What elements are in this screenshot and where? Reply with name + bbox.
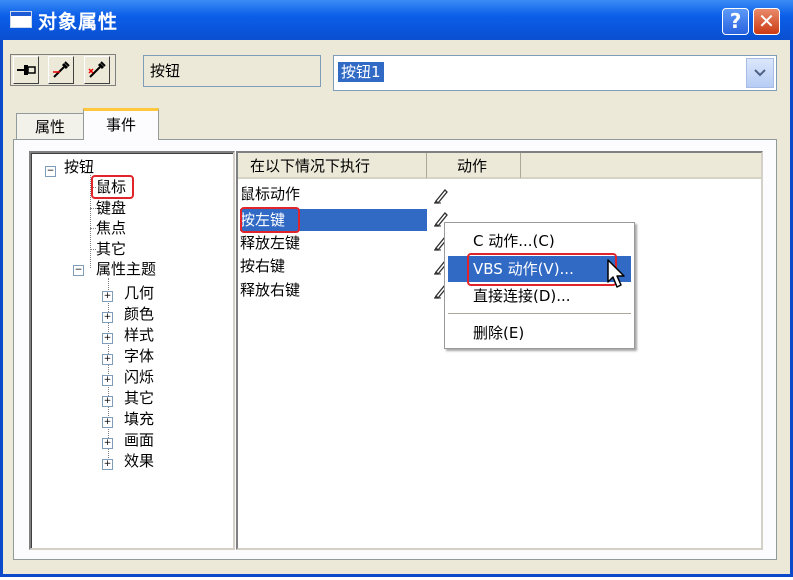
column-header-action[interactable]: 动作 xyxy=(427,153,521,179)
dropper-button[interactable] xyxy=(48,56,74,84)
tree-item-effect[interactable]: 效果 xyxy=(124,452,154,470)
tree-item-picture[interactable]: 画面 xyxy=(124,431,154,449)
expand-icon[interactable]: + xyxy=(102,291,113,302)
window-icon xyxy=(10,11,32,28)
chevron-down-icon[interactable] xyxy=(746,58,774,88)
window-title: 对象属性 xyxy=(38,11,119,33)
mouse-highlight-outline xyxy=(91,175,134,199)
tree-item-focus[interactable]: 焦点 xyxy=(96,219,126,237)
event-list: 在以下情况下执行 动作 鼠标动作 按左键 释放左键 按右键 释放右键 xyxy=(236,151,763,550)
tree-item-color[interactable]: 颜色 xyxy=(124,305,154,323)
tree-root-button[interactable]: 按钮 xyxy=(64,158,94,176)
menu-item-direct-connect[interactable]: 直接连接(D)... xyxy=(448,283,631,309)
object-name-select[interactable]: 按钮1 xyxy=(333,55,777,91)
menu-separator xyxy=(448,313,631,314)
object-type-label: 按钮 xyxy=(143,55,321,87)
event-row-left-release[interactable]: 释放左键 xyxy=(240,232,300,254)
collapse-themes-icon[interactable]: − xyxy=(73,265,84,276)
column-header-filler xyxy=(521,153,761,179)
tree-item-other[interactable]: 其它 xyxy=(96,240,126,258)
menu-item-c-action[interactable]: C 动作...(C) xyxy=(448,228,631,254)
help-button[interactable]: ? xyxy=(722,8,749,35)
tree-item-blink[interactable]: 闪烁 xyxy=(124,368,154,386)
event-row-mouse-action[interactable]: 鼠标动作 xyxy=(240,183,300,205)
tree-item-fill[interactable]: 填充 xyxy=(124,410,154,428)
left-press-highlight-outline xyxy=(240,207,300,233)
dropper-icon xyxy=(53,61,70,78)
object-name-value: 按钮1 xyxy=(338,62,384,82)
expand-icon[interactable]: + xyxy=(102,417,113,428)
tree-line xyxy=(108,278,109,458)
pin-button[interactable] xyxy=(13,56,39,84)
tree-item-theme-other[interactable]: 其它 xyxy=(124,389,154,407)
event-row-right-release[interactable]: 释放右键 xyxy=(240,279,300,301)
tree-item-style[interactable]: 样式 xyxy=(124,326,154,344)
pin-icon xyxy=(17,65,36,75)
expand-icon[interactable]: + xyxy=(102,333,113,344)
expand-icon[interactable]: + xyxy=(102,396,113,407)
mouse-pointer-icon xyxy=(607,259,625,288)
dropper-clear-button[interactable] xyxy=(84,56,110,84)
tree-item-keyboard[interactable]: 键盘 xyxy=(96,199,126,217)
title-bar[interactable]: 对象属性 ? ✕ xyxy=(0,0,793,40)
tree-item-geometry[interactable]: 几何 xyxy=(124,284,154,302)
column-header-condition[interactable]: 在以下情况下执行 xyxy=(238,153,427,179)
expand-icon[interactable]: + xyxy=(102,354,113,365)
event-row-right-press[interactable]: 按右键 xyxy=(240,255,285,277)
expand-icon[interactable]: + xyxy=(102,375,113,386)
tree-item-font[interactable]: 字体 xyxy=(124,347,154,365)
tab-events[interactable]: 事件 xyxy=(83,108,159,140)
expand-icon[interactable]: + xyxy=(102,312,113,323)
expand-icon[interactable]: + xyxy=(102,459,113,470)
collapse-root-icon[interactable]: − xyxy=(45,166,56,177)
vbs-highlight-outline xyxy=(467,253,617,286)
tab-properties[interactable]: 属性 xyxy=(16,113,84,139)
dropper-clear-icon xyxy=(88,61,106,78)
event-tree: − 按钮 鼠标 键盘 焦点 其它 − 属性主题 + 几何 + 颜色 + 样式 +… xyxy=(29,151,235,550)
pencil-icon[interactable] xyxy=(433,186,449,204)
close-button[interactable]: ✕ xyxy=(753,8,780,35)
expand-icon[interactable]: + xyxy=(102,438,113,449)
tree-item-property-themes[interactable]: 属性主题 xyxy=(96,260,156,278)
menu-item-delete[interactable]: 删除(E) xyxy=(448,320,631,346)
